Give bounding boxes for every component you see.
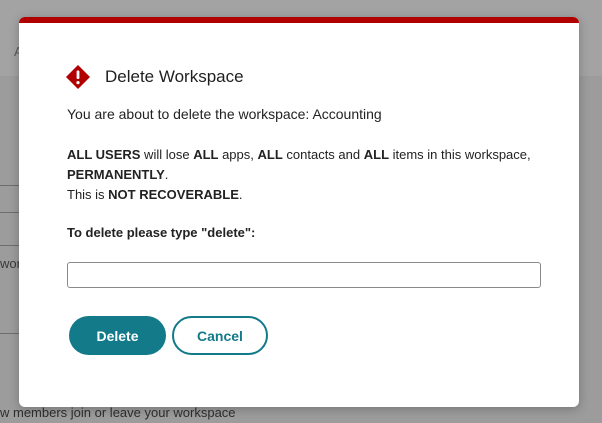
warning-text-segment: items in this workspace,: [389, 147, 531, 162]
delete-workspace-dialog: Delete Workspace You are about to delete…: [19, 17, 579, 407]
warning-text-segment: will lose: [140, 147, 194, 162]
dialog-intro-text: You are about to delete the workspace: A…: [67, 106, 382, 122]
warning-bold-all: ALL: [363, 147, 390, 162]
warning-text-segment: .: [238, 187, 243, 202]
warning-bold-all: ALL: [257, 147, 283, 162]
warning-text-segment: contacts and: [282, 147, 364, 162]
warning-text-segment: apps,: [218, 147, 258, 162]
warning-text-segment: .: [164, 167, 169, 182]
warning-text-segment: This is: [67, 187, 109, 202]
dialog-title: Delete Workspace: [105, 67, 244, 86]
dialog-header: Delete Workspace: [65, 64, 244, 90]
confirm-delete-input[interactable]: [67, 262, 541, 288]
delete-button[interactable]: Delete: [69, 316, 166, 355]
warning-bold-permanently: PERMANENTLY: [67, 167, 165, 182]
warning-text: ALL USERS will lose ALL apps, ALL contac…: [67, 145, 537, 205]
warning-bold-not-recoverable: NOT RECOVERABLE: [108, 187, 239, 202]
warning-diamond-icon: [65, 64, 91, 90]
warning-bold-all-users: ALL USERS: [67, 147, 141, 162]
dialog-accent-bar: [19, 17, 579, 23]
cancel-button[interactable]: Cancel: [172, 316, 268, 355]
confirm-label: To delete please type "delete":: [67, 225, 256, 240]
background-bottom-text: w members join or leave your workspace: [0, 405, 236, 420]
warning-bold-all: ALL: [193, 147, 219, 162]
background-side-text: wor: [0, 256, 21, 271]
